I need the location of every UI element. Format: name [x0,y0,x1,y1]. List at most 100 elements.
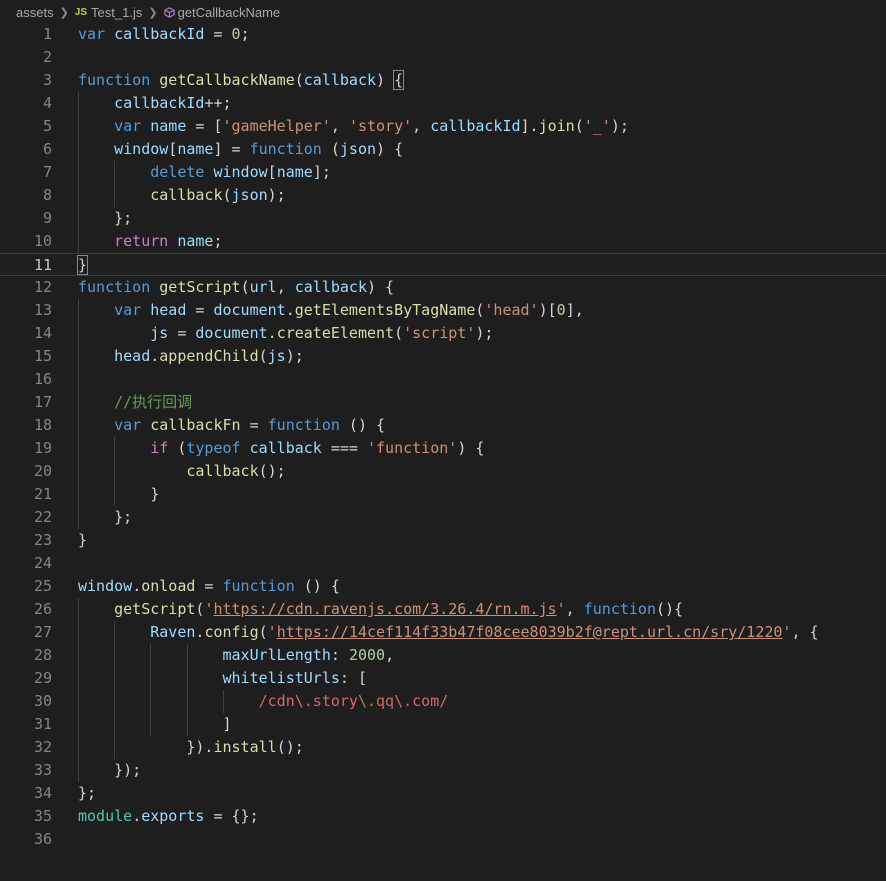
code-line[interactable]: 18 var callbackFn = function () { [0,414,886,437]
code-token: //执行回调 [114,393,193,411]
code-text: window.onload = function () { [78,575,340,598]
chevron-right-icon: ❯ [59,6,69,19]
code-line[interactable]: 34}; [0,782,886,805]
code-line[interactable]: 1 var callbackId = 0; [0,23,886,46]
line-number: 31 [33,715,52,733]
code-text: return name; [78,230,222,253]
code-token: callback [186,462,259,480]
code-token: ); [267,186,286,204]
code-token: , [330,117,349,135]
code-line[interactable]: 9 }; [0,207,886,230]
breadcrumb-symbol[interactable]: getCallbackName [178,5,281,20]
code-token: url [249,278,277,296]
code-line[interactable]: 6 window[name] = function (json) { [0,138,886,161]
code-token: . [150,347,160,365]
code-token: () { [339,416,386,434]
code-line[interactable]: 4 callbackId++; [0,92,886,115]
code-line[interactable]: 13 var head = document.getElementsByTagN… [0,299,886,322]
code-token: var [114,117,142,135]
line-number: 16 [33,370,52,388]
code-line[interactable]: 28 maxUrlLength: 2000, [0,644,886,667]
code-line[interactable]: 12 function getScript(url, callback) { [0,276,886,299]
code-text: head.appendChild(js); [78,345,304,368]
code-line[interactable]: 19 if (typeof callback === 'function') { [0,437,886,460]
code-line[interactable]: 3 function getCallbackName(callback) { [0,69,886,92]
code-line[interactable]: 27 Raven.config('https://14cef114f33b47f… [0,621,886,644]
code-line[interactable]: 26 getScript('https://cdn.ravenjs.com/3.… [0,598,886,621]
code-line[interactable]: 15 head.appendChild(js); [0,345,886,368]
code-token: https://14cef114f33b47f08cee8039b2f@rept… [276,623,783,641]
code-token: , [276,278,295,296]
code-line[interactable]: 2 [0,46,886,69]
code-line[interactable]: 23} [0,529,886,552]
code-text: }).install(); [78,736,303,759]
code-token: typeof [186,439,241,457]
code-line[interactable]: 7 delete window[name]; [0,161,886,184]
code-token: 2000 [348,646,386,664]
code-token: config [204,623,259,641]
code-line[interactable]: 5 var name = ['gameHelper', 'story', cal… [0,115,886,138]
breadcrumb-file[interactable]: Test_1.js [91,5,142,20]
code-line[interactable]: 33 }); [0,759,886,782]
code-line[interactable]: 11} [0,253,886,276]
code-line[interactable]: 17 //执行回调 [0,391,886,414]
code-text: } [78,529,87,552]
code-token: (); [258,462,286,480]
breadcrumb-folder[interactable]: assets [16,5,54,20]
line-number: 2 [42,48,52,66]
line-number: 33 [33,761,52,779]
code-line[interactable]: 32 }).install(); [0,736,886,759]
code-line[interactable]: 10 return name; [0,230,886,253]
code-line[interactable]: 24 [0,552,886,575]
code-token: return [114,232,169,250]
code-editor[interactable]: 1 var callbackId = 0; 2 3 function getCallba… [0,23,886,881]
code-line[interactable]: 8 callback(json); [0,184,886,207]
line-number: 24 [33,554,52,572]
line-number: 9 [42,209,52,227]
code-token: function [78,278,151,296]
line-number: 5 [42,117,52,135]
code-token: } [78,531,88,549]
code-line[interactable]: 31 ] [0,713,886,736]
code-text: }; [78,506,132,529]
code-token: function [583,600,656,618]
code-line[interactable]: 20 callback(); [0,460,886,483]
code-line[interactable]: 30 /cdn\.story\.qq\.com/ [0,690,886,713]
code-token: ]; [312,163,331,181]
line-number: 20 [33,462,52,480]
code-line[interactable]: 14 js = document.createElement('script')… [0,322,886,345]
code-token: module [78,807,133,825]
line-number: 36 [33,830,52,848]
line-number: 22 [33,508,52,526]
code-token: , { [791,623,819,641]
code-line[interactable]: 21 } [0,483,886,506]
code-token: js [150,324,169,342]
code-token: 0 [231,25,241,43]
code-token: if [150,439,169,457]
line-number: 29 [33,669,52,687]
code-token: document [195,324,268,342]
code-line[interactable]: 29 whitelistUrls: [ [0,667,886,690]
code-line[interactable]: 22 }; [0,506,886,529]
code-token: document [213,301,286,319]
line-number: 26 [33,600,52,618]
line-number: 3 [42,71,52,89]
code-line[interactable]: 16 [0,368,886,391]
code-token: '_' [583,117,611,135]
chevron-right-icon: ❯ [148,6,158,19]
code-token: ) { [457,439,485,457]
code-line[interactable]: 25 window.onload = function () { [0,575,886,598]
code-text: callback(); [78,460,286,483]
code-token: (){ [655,600,684,618]
code-token: . [285,301,295,319]
code-line[interactable]: 35 module.exports = {}; [0,805,886,828]
indent-guide [78,92,79,253]
code-token: join [538,117,575,135]
code-text: var callbackFn = function () { [78,414,385,437]
code-line[interactable]: 36 [0,828,886,851]
